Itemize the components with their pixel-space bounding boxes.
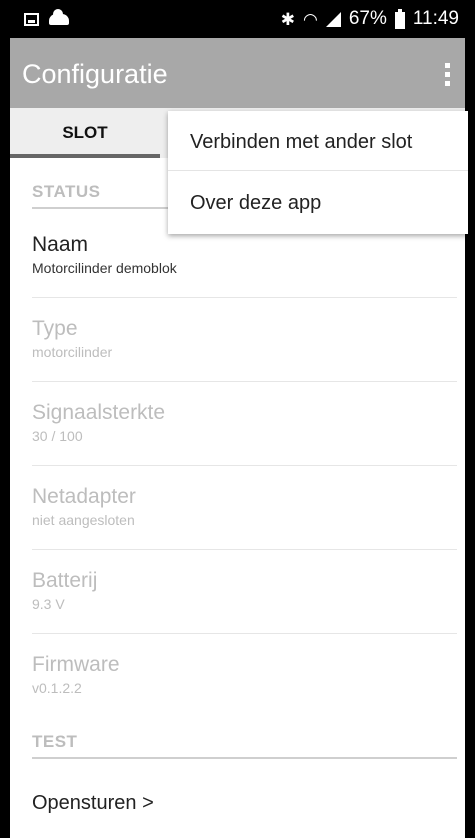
menu-divider (168, 170, 468, 171)
section-header-status: STATUS (32, 182, 101, 201)
divider (32, 549, 457, 550)
item-value: motorcilinder (32, 344, 113, 360)
list-item-signaalsterkte: Signaalsterkte 30 / 100 (32, 401, 457, 444)
item-value: 30 / 100 (32, 428, 83, 444)
cloud-icon (49, 8, 69, 25)
divider (32, 297, 457, 298)
tab-slot[interactable]: SLOT (10, 108, 160, 158)
list-item-netadapter: Netadapter niet aangesloten (32, 485, 457, 528)
tab-indicator (10, 154, 160, 158)
section-header-test: TEST (32, 732, 78, 751)
item-value: v0.1.2.2 (32, 680, 82, 696)
battery-icon (394, 8, 405, 29)
bluetooth-icon: ✱ (280, 9, 295, 29)
list-item-batterij: Batterij 9.3 V (32, 569, 457, 612)
signal-icon (325, 11, 341, 27)
divider (32, 381, 457, 382)
overflow-menu: Verbinden met ander slot Over deze app (168, 111, 468, 234)
gallery-icon (24, 12, 39, 26)
battery-percent: 67% (348, 8, 387, 29)
app-bar: Configuratie (10, 38, 465, 108)
menu-item-over-app[interactable]: Over deze app (190, 192, 321, 215)
menu-item-verbinden[interactable]: Verbinden met ander slot (190, 131, 412, 154)
item-value: 9.3 V (32, 596, 65, 612)
divider (32, 633, 457, 634)
item-title: Firmware (32, 653, 120, 676)
item-title: Naam (32, 233, 89, 256)
divider (32, 465, 457, 466)
opensturen-button[interactable]: Opensturen > (32, 792, 154, 815)
item-value: Motorcilinder demoblok (32, 260, 177, 276)
status-bar: ✱ ◠ 67% 11:49 (10, 0, 465, 38)
list-item-type: Type motorcilinder (32, 317, 457, 360)
item-title: Batterij (32, 569, 98, 592)
section-divider (32, 757, 457, 759)
more-vert-icon[interactable] (445, 63, 451, 89)
list-item-naam[interactable]: Naam Motorcilinder demoblok (32, 233, 457, 276)
clock: 11:49 (412, 8, 459, 29)
item-title: Signaalsterkte (32, 401, 166, 424)
app-title: Configuratie (22, 59, 168, 89)
item-title: Type (32, 317, 78, 340)
wifi-icon: ◠ (302, 9, 318, 29)
list-item-firmware: Firmware v0.1.2.2 (32, 653, 457, 696)
item-title: Netadapter (32, 485, 136, 508)
item-value: niet aangesloten (32, 512, 135, 528)
